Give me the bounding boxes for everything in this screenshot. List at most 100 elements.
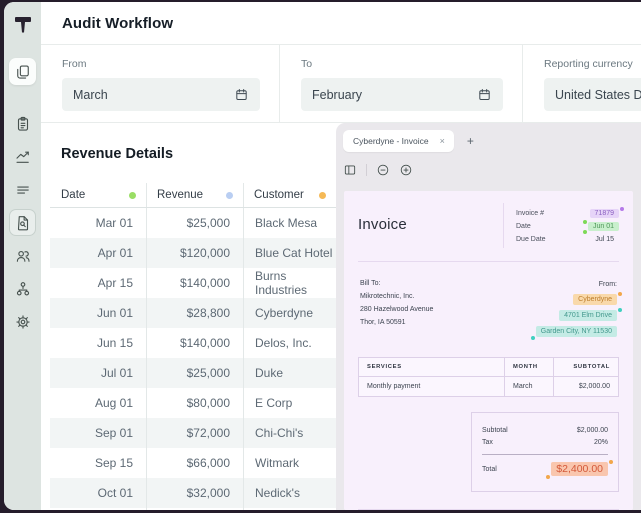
to-value: February — [312, 88, 362, 102]
table-row[interactable]: Jun 15 $140,000 Delos, Inc. — [50, 328, 336, 358]
clipboard-icon — [14, 115, 32, 133]
zoom-out-icon[interactable] — [376, 163, 390, 177]
gear-icon — [14, 313, 32, 331]
cell-date: Jun 01 — [50, 298, 146, 328]
invoice-header: Invoice Invoice # 71879 Date Jun 01 — [358, 203, 619, 262]
cell-date: Jul 01 — [50, 358, 146, 388]
table-row[interactable]: Oct 01 $32,000 Nedick's — [50, 478, 336, 508]
cell-customer: Value Giant — [243, 508, 336, 510]
sidebar-item-lists[interactable] — [9, 176, 36, 203]
cell-customer: Witmark — [243, 448, 336, 478]
service-subtotal: $2,000.00 — [553, 377, 618, 396]
bill-to-block: Bill To: Mikrotechnic, Inc. 280 Hazelwoo… — [360, 275, 433, 342]
sidebar-item-audit-documents[interactable] — [9, 209, 36, 236]
invoice-number-label: Invoice # — [516, 210, 544, 217]
tax-row: Tax 20% — [482, 439, 608, 446]
sidebar-item-settings[interactable] — [9, 308, 36, 335]
column-label: Revenue — [157, 189, 203, 201]
total-row: Total $2,400.00 — [482, 462, 608, 476]
currency-label: Reporting currency — [544, 58, 641, 70]
table-row[interactable]: Sep 15 $66,000 Witmark — [50, 448, 336, 478]
revenue-column-dot — [226, 192, 233, 199]
invoice-number-value[interactable]: 71879 — [590, 209, 619, 218]
table-row[interactable]: Aug 01 $80,000 E Corp — [50, 388, 336, 418]
cell-revenue: $112,000 — [146, 508, 243, 510]
invoice-date-value[interactable]: Jun 01 — [588, 222, 619, 231]
sidebar-item-pages[interactable] — [9, 58, 36, 85]
page-header: Audit Workflow — [41, 2, 641, 45]
bill-to-name: Mikrotechnic, Inc. — [360, 292, 433, 301]
new-tab-button[interactable]: + — [467, 134, 474, 148]
content-area: Revenue Details Date Revenue Customer — [41, 123, 641, 510]
tab-cyberdyne-invoice[interactable]: Cyberdyne - Invoice × — [343, 130, 454, 152]
cell-customer: Blue Cat Hotel — [243, 238, 336, 268]
cell-date: Apr 01 — [50, 238, 146, 268]
sidebar-item-tasks[interactable] — [9, 110, 36, 137]
from-block: From: Cyberdyne 4701 Elm Drive Garden Ci… — [536, 275, 617, 342]
toolbar-divider — [366, 164, 367, 176]
split-panel-icon[interactable] — [343, 163, 357, 177]
table-row[interactable]: Jul 01 $25,000 Duke — [50, 358, 336, 388]
users-icon — [14, 247, 32, 265]
from-name[interactable]: Cyberdyne — [573, 294, 617, 305]
table-row[interactable]: Jun 01 $28,800 Cyberdyne — [50, 298, 336, 328]
bill-to-label: Bill To: — [360, 279, 433, 288]
tax-label: Tax — [482, 439, 493, 446]
table-row[interactable]: Nov 15 $112,000 Value Giant — [50, 508, 336, 510]
filter-bar: From March To February Reporti — [41, 45, 641, 123]
column-header-date[interactable]: Date — [50, 183, 146, 207]
from-street[interactable]: 4701 Elm Drive — [559, 310, 617, 321]
tax-value: 20% — [594, 439, 608, 446]
tab-label: Cyberdyne - Invoice — [353, 136, 429, 146]
services-table: SERVICES MONTH SUBTOTAL Monthly payment … — [358, 357, 619, 397]
invoice-document: Invoice Invoice # 71879 Date Jun 01 — [344, 191, 633, 510]
column-header-revenue[interactable]: Revenue — [146, 183, 243, 207]
close-tab-icon[interactable]: × — [440, 136, 445, 146]
cell-customer: Delos, Inc. — [243, 328, 336, 358]
revenue-table: Date Revenue Customer Mar 01 — [50, 183, 336, 510]
cell-revenue: $140,000 — [146, 268, 243, 298]
zoom-in-icon[interactable] — [399, 163, 413, 177]
invoice-meta: Invoice # 71879 Date Jun 01 Due Date Jul… — [503, 203, 619, 248]
column-header-customer[interactable]: Customer — [243, 183, 336, 207]
currency-select[interactable]: United States Dollar (USD) — [544, 78, 641, 111]
date-column-dot — [129, 192, 136, 199]
invoice-summary: Subtotal $2,000.00 Tax 20% Total $2,400.… — [471, 412, 619, 492]
sidebar-item-clients[interactable] — [9, 242, 36, 269]
customer-column-dot — [319, 192, 326, 199]
cell-revenue: $120,000 — [146, 238, 243, 268]
service-month: March — [504, 377, 553, 396]
sidebar-item-org-structure[interactable] — [9, 275, 36, 302]
filter-to: To February — [280, 45, 523, 122]
filter-from: From March — [41, 45, 280, 122]
from-city[interactable]: Garden City, NY 11530 — [536, 326, 617, 337]
document-preview-panel: Cyberdyne - Invoice × + — [336, 123, 641, 510]
invoice-due-label: Due Date — [516, 236, 546, 243]
hierarchy-icon — [14, 280, 32, 298]
month-col-header: MONTH — [504, 358, 553, 376]
cell-date: Aug 01 — [50, 388, 146, 418]
to-date-picker[interactable]: February — [301, 78, 503, 111]
calendar-icon — [234, 87, 249, 102]
revenue-title: Revenue Details — [61, 146, 336, 162]
subtotal-value: $2,000.00 — [577, 427, 608, 434]
from-date-picker[interactable]: March — [62, 78, 260, 111]
cell-date: Nov 15 — [50, 508, 146, 510]
services-col-header: SERVICES — [359, 358, 504, 376]
cell-revenue: $72,000 — [146, 418, 243, 448]
cell-revenue: $28,800 — [146, 298, 243, 328]
summary-divider — [482, 454, 608, 455]
service-name: Monthly payment — [359, 377, 504, 396]
table-row[interactable]: Apr 01 $120,000 Blue Cat Hotel — [50, 238, 336, 268]
total-value[interactable]: $2,400.00 — [551, 462, 608, 476]
sidebar-item-analytics[interactable] — [9, 143, 36, 170]
cell-customer: Nedick's — [243, 478, 336, 508]
currency-value: United States Dollar (USD) — [555, 88, 641, 102]
bill-to-street: 280 Hazelwood Avenue — [360, 305, 433, 314]
table-row[interactable]: Mar 01 $25,000 Black Mesa — [50, 208, 336, 238]
table-row[interactable]: Apr 15 $140,000 Burns Industries — [50, 268, 336, 298]
list-lines-icon — [14, 181, 32, 199]
page-title: Audit Workflow — [62, 15, 173, 32]
cell-revenue: $140,000 — [146, 328, 243, 358]
table-row[interactable]: Sep 01 $72,000 Chi-Chi's — [50, 418, 336, 448]
